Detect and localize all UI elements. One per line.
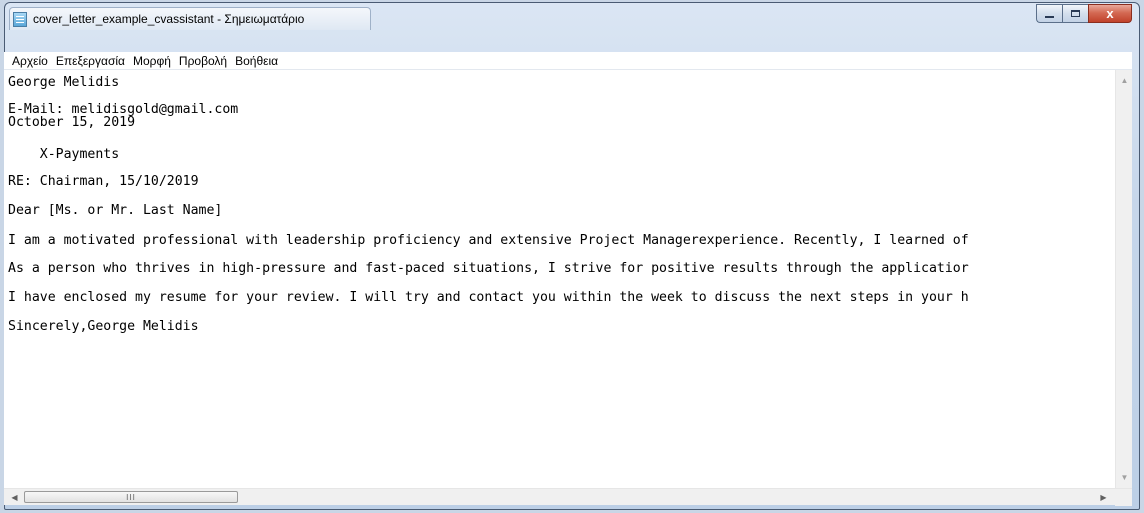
text-editor[interactable]: George Melidis E-Mail: melidisgold@gmail.… bbox=[4, 70, 1132, 488]
horizontal-scroll-thumb[interactable]: III bbox=[24, 491, 238, 503]
notepad-icon[interactable] bbox=[13, 12, 27, 27]
minimize-button[interactable] bbox=[1036, 4, 1062, 23]
window-title: cover_letter_example_cvassistant - Σημει… bbox=[33, 12, 305, 26]
menu-file[interactable]: Αρχείο bbox=[8, 54, 52, 68]
menu-help[interactable]: Βοήθεια bbox=[231, 54, 282, 68]
menu-format[interactable]: Μορφή bbox=[129, 54, 175, 68]
horizontal-scrollbar[interactable]: ◀ III ▶ bbox=[4, 488, 1132, 506]
caption-buttons: x bbox=[1036, 4, 1132, 24]
menu-view[interactable]: Προβολή bbox=[175, 54, 231, 68]
scroll-up-icon[interactable]: ▲ bbox=[1116, 72, 1132, 89]
text-line[interactable]: Sincerely,George Melidis bbox=[8, 320, 199, 334]
size-grip[interactable] bbox=[1115, 489, 1132, 506]
text-line[interactable]: X-Payments bbox=[8, 148, 119, 162]
vertical-scrollbar[interactable]: ▲ ▼ bbox=[1115, 70, 1132, 488]
scroll-down-icon[interactable]: ▼ bbox=[1116, 469, 1132, 486]
text-line[interactable]: I am a motivated professional with leade… bbox=[8, 234, 969, 248]
text-line[interactable]: I have enclosed my resume for your revie… bbox=[8, 291, 969, 305]
text-line[interactable]: October 15, 2019 bbox=[8, 116, 135, 130]
menu-bar: Αρχείο Επεξεργασία Μορφή Προβολή Βοήθεια bbox=[4, 52, 1132, 70]
title-bar[interactable]: cover_letter_example_cvassistant - Σημει… bbox=[5, 3, 1139, 33]
maximize-icon bbox=[1071, 10, 1080, 17]
document-text[interactable]: George Melidis E-Mail: melidisgold@gmail.… bbox=[4, 70, 1114, 488]
close-icon: x bbox=[1106, 6, 1114, 21]
text-line[interactable]: Dear [Ms. or Mr. Last Name] bbox=[8, 204, 222, 218]
close-button[interactable]: x bbox=[1088, 4, 1132, 23]
text-line[interactable]: As a person who thrives in high-pressure… bbox=[8, 262, 969, 276]
menu-edit[interactable]: Επεξεργασία bbox=[52, 54, 129, 68]
scroll-left-icon[interactable]: ◀ bbox=[6, 489, 23, 506]
text-line[interactable]: RE: Chairman, 15/10/2019 bbox=[8, 175, 199, 189]
maximize-button[interactable] bbox=[1062, 4, 1088, 23]
text-line[interactable]: George Melidis bbox=[8, 76, 119, 90]
minimize-icon bbox=[1045, 15, 1054, 18]
scroll-right-icon[interactable]: ▶ bbox=[1095, 489, 1112, 506]
